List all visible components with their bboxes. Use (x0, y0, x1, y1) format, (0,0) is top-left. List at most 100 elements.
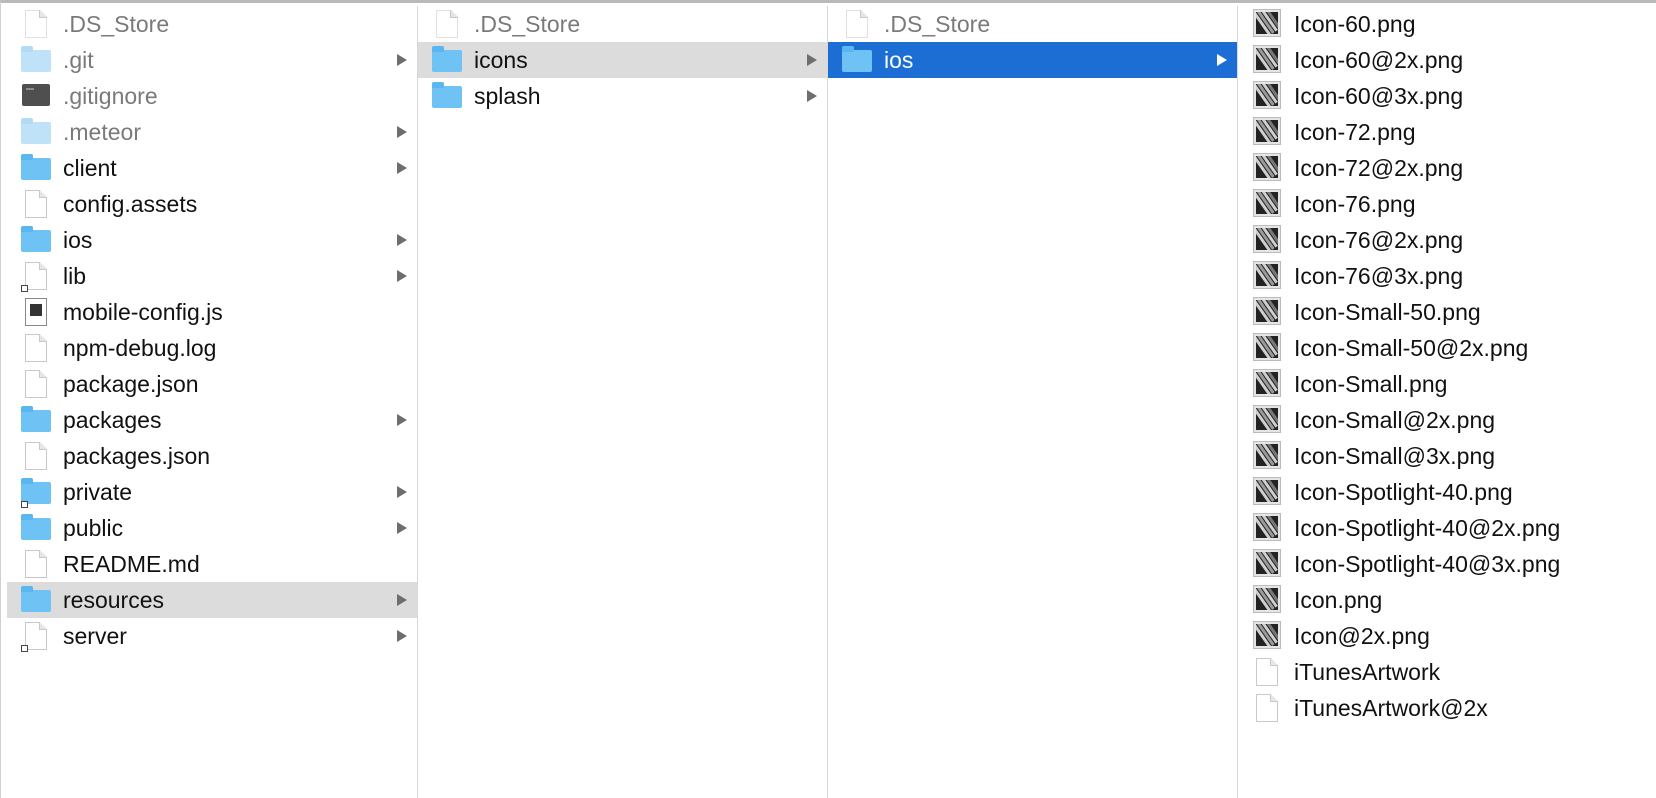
list-item[interactable]: packages (7, 402, 417, 438)
disclosure-arrow-icon (1217, 54, 1227, 66)
item-label: .gitignore (63, 83, 158, 109)
list-item[interactable]: Icon-Small@2x.png (1238, 402, 1656, 438)
item-label: Icon-60.png (1294, 11, 1416, 37)
item-label: iTunesArtwork (1294, 659, 1441, 685)
list-item[interactable]: config.assets (7, 186, 417, 222)
folder-icon (21, 226, 51, 254)
folder-icon (21, 514, 51, 542)
list-item[interactable]: .git (7, 42, 417, 78)
list-item[interactable]: Icon-60@2x.png (1238, 42, 1656, 78)
list-item[interactable]: Icon-Small-50@2x.png (1238, 330, 1656, 366)
list-item[interactable]: Icon-72.png (1238, 114, 1656, 150)
column-2[interactable]: .DS_Storeicons splash (418, 6, 828, 798)
list-item[interactable]: .meteor (7, 114, 417, 150)
png-image-icon (1252, 406, 1282, 434)
document-icon (21, 370, 51, 398)
png-image-icon (1252, 334, 1282, 362)
list-item[interactable]: mobile-config.js (7, 294, 417, 330)
list-item[interactable]: Icon-Spotlight-40.png (1238, 474, 1656, 510)
list-item[interactable]: package.json (7, 366, 417, 402)
disclosure-arrow-icon (397, 162, 407, 174)
png-image-icon (1252, 586, 1282, 614)
document-icon (21, 550, 51, 578)
item-label: .DS_Store (63, 11, 170, 37)
list-item[interactable]: .DS_Store (418, 6, 827, 42)
item-label: README.md (63, 551, 200, 577)
document-icon (432, 10, 462, 38)
document-icon (21, 190, 51, 218)
item-label: package.json (63, 371, 199, 397)
list-item[interactable]: icons (418, 42, 827, 78)
item-label: Icon-60@3x.png (1294, 83, 1464, 109)
list-item[interactable]: splash (418, 78, 827, 114)
list-item[interactable]: Icon-Small@3x.png (1238, 438, 1656, 474)
list-item[interactable]: Icon-72@2x.png (1238, 150, 1656, 186)
item-label: Icon-Spotlight-40@2x.png (1294, 515, 1561, 541)
png-image-icon (1252, 622, 1282, 650)
list-item[interactable]: private (7, 474, 417, 510)
disclosure-arrow-icon (807, 54, 817, 66)
list-item[interactable]: public (7, 510, 417, 546)
list-item[interactable]: ios (7, 222, 417, 258)
disclosure-arrow-icon (397, 522, 407, 534)
document-icon (21, 334, 51, 362)
item-label: Icon-Small.png (1294, 371, 1448, 397)
png-image-icon (1252, 514, 1282, 542)
folder-icon (21, 46, 51, 74)
list-item[interactable]: lib (7, 258, 417, 294)
list-item[interactable]: .gitignore (7, 78, 417, 114)
document-icon (21, 10, 51, 38)
png-image-icon (1252, 82, 1282, 110)
list-item[interactable]: iTunesArtwork (1238, 654, 1656, 690)
list-item[interactable]: Icon-Spotlight-40@3x.png (1238, 546, 1656, 582)
item-label: Icon-72@2x.png (1294, 155, 1464, 181)
png-image-icon (1252, 550, 1282, 578)
list-item[interactable]: Icon-Small.png (1238, 366, 1656, 402)
list-item[interactable]: Icon-Small-50.png (1238, 294, 1656, 330)
list-item[interactable]: .DS_Store (7, 6, 417, 42)
item-label: Icon.png (1294, 587, 1383, 613)
document-icon (1252, 658, 1282, 686)
document-icon (842, 10, 872, 38)
png-image-icon (1252, 118, 1282, 146)
list-item[interactable]: Icon-60@3x.png (1238, 78, 1656, 114)
list-item[interactable]: Icon-76@2x.png (1238, 222, 1656, 258)
document-icon (21, 442, 51, 470)
png-image-icon (1252, 262, 1282, 290)
list-item[interactable]: packages.json (7, 438, 417, 474)
item-label: Icon-Spotlight-40.png (1294, 479, 1513, 505)
item-label: client (63, 155, 117, 181)
item-label: Icon-76.png (1294, 191, 1416, 217)
item-label: .DS_Store (474, 11, 581, 37)
list-item[interactable]: ios (828, 42, 1237, 78)
item-label: .meteor (63, 119, 141, 145)
column-1[interactable]: .DS_Store .git .gitignore .meteor client conf… (7, 6, 418, 798)
list-item[interactable]: Icon-76.png (1238, 186, 1656, 222)
column-3[interactable]: .DS_Storeios (828, 6, 1238, 798)
list-item[interactable]: npm-debug.log (7, 330, 417, 366)
folder-icon (21, 118, 51, 146)
list-item[interactable]: Icon.png (1238, 582, 1656, 618)
disclosure-arrow-icon (397, 234, 407, 246)
item-label: Icon-Spotlight-40@3x.png (1294, 551, 1561, 577)
document-alias-icon (21, 622, 51, 652)
list-item[interactable]: Icon@2x.png (1238, 618, 1656, 654)
item-label: ios (884, 47, 914, 73)
item-label: public (63, 515, 124, 541)
list-item[interactable]: Icon-60.png (1238, 6, 1656, 42)
js-file-icon (21, 298, 51, 326)
list-item[interactable]: iTunesArtwork@2x (1238, 690, 1656, 726)
png-image-icon (1252, 10, 1282, 38)
list-item[interactable]: Icon-Spotlight-40@2x.png (1238, 510, 1656, 546)
list-item[interactable]: README.md (7, 546, 417, 582)
list-item[interactable]: client (7, 150, 417, 186)
column-4[interactable]: Icon-60.png Icon-60@2x.png Icon-60@3x.png I… (1238, 6, 1656, 798)
document-icon (1252, 694, 1282, 722)
list-item[interactable]: server (7, 618, 417, 654)
terminal-file-icon (21, 82, 51, 110)
list-item[interactable]: Icon-76@3x.png (1238, 258, 1656, 294)
list-item[interactable]: resources (7, 582, 417, 618)
folder-icon (21, 154, 51, 182)
item-label: .git (63, 47, 94, 73)
list-item[interactable]: .DS_Store (828, 6, 1237, 42)
